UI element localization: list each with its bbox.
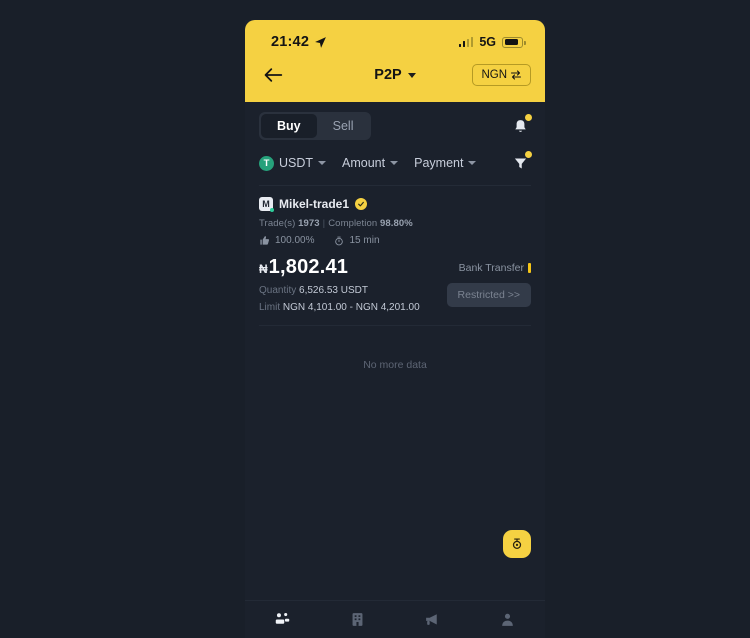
back-arrow-icon[interactable] [263,66,283,84]
location-arrow-icon [315,36,327,48]
offer-card[interactable]: M Mikel-trade1 Trade(s) 1973 | Completion … [245,186,545,313]
filters-row: T USDT Amount Payment [245,140,545,174]
verified-check-icon [355,198,368,210]
floating-action-button[interactable] [503,530,531,558]
filter-button[interactable] [509,151,532,174]
swap-icon [510,70,522,80]
main-content: Buy Sell T USDT Amount Payment M Mikel-t… [245,102,545,638]
completion-label: Completion [328,218,378,229]
filter-amount[interactable]: Amount [342,156,399,170]
nav-bar: P2P NGN [245,50,545,90]
merchant-name: Mikel-trade1 [279,197,350,211]
currency-symbol: ₦ [259,262,268,276]
trades-label: Trade(s) [259,218,296,229]
filter-payment-label: Payment [414,156,464,170]
notification-button[interactable] [509,114,532,137]
offer-divider [259,325,531,326]
status-bar-left: 21:42 [271,34,327,50]
price-block: ₦ 1,802.41 [259,256,420,279]
price-right-column: Bank Transfer Restricted >> [446,256,531,307]
buy-sell-segmented-control: Buy Sell [259,112,372,140]
funnel-icon [514,158,526,168]
filter-asset-label: USDT [279,156,314,170]
payment-method-row: Bank Transfer [459,262,531,274]
app-header: 21:42 5G P2P NGN [245,20,545,102]
chevron-down-icon [390,161,399,165]
quantity-row: Quantity 6,526.53 USDT [259,285,420,296]
tab-buy[interactable]: Buy [261,114,317,138]
release-time: 15 min [349,235,380,246]
screenshot-root: 21:42 5G P2P NGN Buy Sell T USDT Amount … [0,0,750,638]
currency-label: NGN [481,69,507,81]
filter-badge [525,151,532,158]
payment-method-label: Bank Transfer [458,262,524,274]
thumbs-up-icon [260,236,270,245]
price-row: ₦ 1,802.41 Quantity 6,526.53 USDT Limit … [259,256,531,313]
quantity-value: 6,526.53 USDT [299,285,368,296]
profile-icon [502,613,513,626]
quantity-label: Quantity [259,285,297,296]
status-bar: 21:42 5G [245,20,545,50]
coin-stack-icon [512,538,522,550]
merchant-row[interactable]: M Mikel-trade1 [259,197,531,212]
chevron-down-icon [318,161,327,165]
merchant-stats-secondary: 100.00% 15 min [259,235,531,246]
completion-value: 98.80% [380,218,413,229]
nav-item-p2p[interactable] [245,611,320,628]
status-bar-right: 5G [458,35,526,49]
chevron-down-icon [407,72,416,78]
status-time: 21:42 [271,34,310,50]
filter-amount-label: Amount [342,156,386,170]
phone-viewport: 21:42 5G P2P NGN Buy Sell T USDT Amount … [245,20,545,638]
empty-state-text: No more data [363,359,427,371]
filter-payment[interactable]: Payment [414,156,477,170]
chevron-down-icon [468,161,477,165]
positive-rate: 100.00% [275,235,315,246]
nav-item-announcements[interactable] [395,611,470,628]
merchant-stats: Trade(s) 1973 | Completion 98.80% [259,218,531,229]
network-label: 5G [479,35,496,49]
limit-row: Limit NGN 4,101.00 - NGN 4,201.00 [259,302,420,313]
usdt-coin-icon: T [259,155,274,171]
stopwatch-icon [335,236,344,245]
payment-method-color-bar [528,263,531,273]
bottom-navigation [245,600,545,638]
nav-item-profile[interactable] [470,611,545,628]
limit-label: Limit [259,302,281,313]
nav-item-market[interactable] [320,611,395,628]
megaphone-icon [426,614,437,625]
notification-badge [525,114,532,121]
page-title: P2P [374,67,402,83]
price-value: 1,802.41 [268,256,349,278]
restricted-button[interactable]: Restricted >> [446,283,531,307]
limit-value: NGN 4,101.00 - NGN 4,201.00 [282,302,420,313]
building-icon [352,613,363,626]
p2p-people-icon [275,612,290,624]
currency-selector-button[interactable]: NGN [472,64,531,86]
stats-divider: | [322,218,326,229]
battery-icon [502,36,526,48]
price-left-column: ₦ 1,802.41 Quantity 6,526.53 USDT Limit … [259,256,420,313]
filter-asset[interactable]: T USDT [259,155,327,171]
trades-count: 1973 [298,218,320,229]
tabs-row: Buy Sell [245,102,545,140]
avatar: M [259,197,274,212]
signal-bars-icon [458,36,474,47]
tab-sell[interactable]: Sell [317,114,370,138]
